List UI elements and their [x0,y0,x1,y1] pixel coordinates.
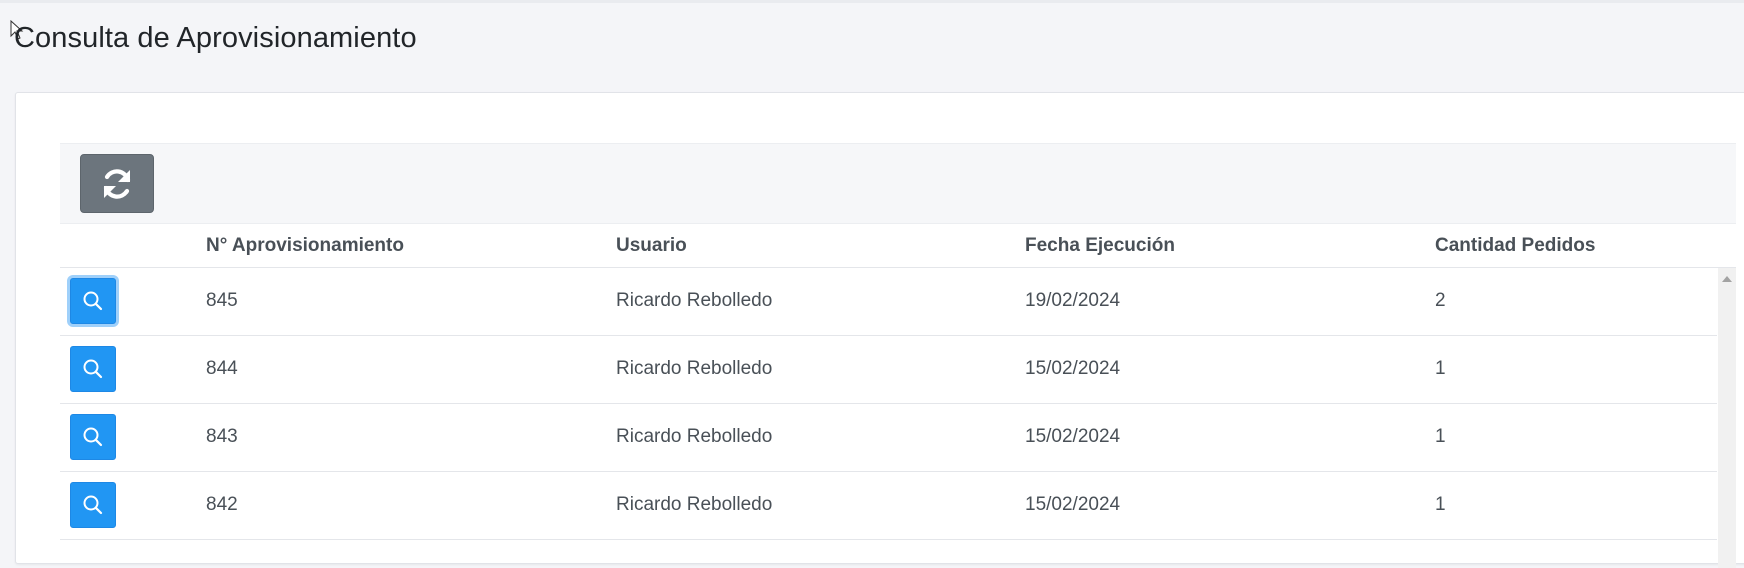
cell-numero: 844 [206,358,238,379]
refresh-button[interactable] [80,154,154,213]
search-icon [83,427,103,447]
table-row: 844 Ricardo Rebolledo 15/02/2024 1 [60,336,1717,404]
cell-fecha: 15/02/2024 [1025,494,1121,515]
search-icon [83,495,103,515]
refresh-icon [103,168,131,199]
grid-toolbar [60,143,1736,224]
cell-fecha: 19/02/2024 [1025,290,1121,311]
column-header-fecha[interactable]: Fecha Ejecución [1025,235,1175,257]
cell-numero: 845 [206,290,238,311]
cell-cantidad: 2 [1435,290,1446,311]
table-header: N° Aprovisionamiento Usuario Fecha Ejecu… [60,223,1736,268]
search-icon [83,359,103,379]
cell-fecha: 15/02/2024 [1025,358,1121,379]
view-details-button[interactable] [70,414,116,460]
table-body: 845 Ricardo Rebolledo 19/02/2024 2 844 R… [60,268,1717,540]
cell-cantidad: 1 [1435,494,1446,515]
top-border [0,0,1744,3]
column-header-numero[interactable]: N° Aprovisionamiento [206,235,404,257]
view-details-button[interactable] [70,346,116,392]
table-row: 842 Ricardo Rebolledo 15/02/2024 1 [60,472,1717,540]
main-card: N° Aprovisionamiento Usuario Fecha Ejecu… [15,92,1744,568]
cell-numero: 843 [206,426,238,447]
cell-cantidad: 1 [1435,426,1446,447]
cell-usuario: Ricardo Rebolledo [616,426,773,447]
vertical-scrollbar[interactable] [1718,268,1736,568]
cell-usuario: Ricardo Rebolledo [616,290,773,311]
scroll-up-arrow-icon[interactable] [1722,276,1732,282]
column-header-cantidad[interactable]: Cantidad Pedidos [1435,235,1595,257]
view-details-button[interactable] [70,482,116,528]
column-header-usuario[interactable]: Usuario [616,235,687,257]
search-icon [83,291,103,311]
cell-cantidad: 1 [1435,358,1446,379]
cell-usuario: Ricardo Rebolledo [616,358,773,379]
cell-usuario: Ricardo Rebolledo [616,494,773,515]
table-row: 845 Ricardo Rebolledo 19/02/2024 2 [60,268,1717,336]
page-title: Consulta de Aprovisionamiento [14,22,417,54]
table-row: 843 Ricardo Rebolledo 15/02/2024 1 [60,404,1717,472]
cell-numero: 842 [206,494,238,515]
view-details-button[interactable] [70,278,116,324]
cell-fecha: 15/02/2024 [1025,426,1121,447]
